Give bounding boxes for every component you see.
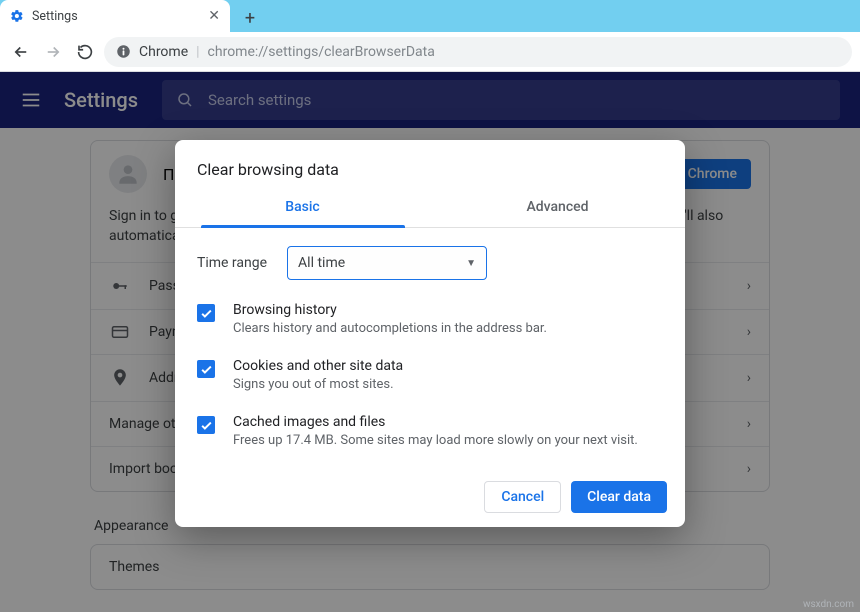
- arrow-right-icon: [44, 43, 62, 61]
- dialog-tabs: Basic Advanced: [175, 187, 685, 228]
- dialog-actions: Cancel Clear data: [175, 475, 685, 513]
- back-button[interactable]: [8, 39, 34, 65]
- cancel-button[interactable]: Cancel: [484, 481, 561, 513]
- time-range-row: Time range All time ▼: [197, 246, 663, 280]
- check-desc: Signs you out of most sites.: [233, 376, 403, 394]
- dialog-title: Clear browsing data: [175, 140, 685, 187]
- omnibox-url: chrome://settings/clearBrowserData: [208, 44, 435, 60]
- tab-basic[interactable]: Basic: [175, 187, 430, 227]
- clear-browsing-data-dialog: Clear browsing data Basic Advanced Time …: [175, 140, 685, 527]
- reload-button[interactable]: [72, 39, 98, 65]
- check-title: Browsing history: [233, 302, 547, 318]
- gear-icon: [10, 9, 24, 23]
- omnibox-prefix: Chrome: [139, 44, 188, 60]
- check-browsing-history: Browsing history Clears history and auto…: [197, 302, 663, 338]
- time-range-value: All time: [298, 255, 345, 271]
- watermark: wsxdn.com: [803, 599, 854, 610]
- arrow-left-icon: [12, 43, 30, 61]
- browser-toolbar: Chrome | chrome://settings/clearBrowserD…: [0, 32, 860, 72]
- checkbox-cached[interactable]: [197, 416, 215, 434]
- checkbox-cookies[interactable]: [197, 360, 215, 378]
- check-text: Cookies and other site data Signs you ou…: [233, 358, 403, 394]
- forward-button[interactable]: [40, 39, 66, 65]
- tab-title: Settings: [32, 9, 78, 24]
- check-desc: Clears history and autocompletions in th…: [233, 320, 547, 338]
- new-tab-button[interactable]: +: [236, 4, 264, 32]
- browser-tab[interactable]: Settings ✕: [0, 0, 230, 32]
- check-icon: [200, 363, 213, 376]
- check-text: Browsing history Clears history and auto…: [233, 302, 547, 338]
- check-icon: [200, 419, 213, 432]
- check-text: Cached images and files Frees up 17.4 MB…: [233, 414, 638, 450]
- omnibox-separator: |: [196, 44, 199, 60]
- check-cached: Cached images and files Frees up 17.4 MB…: [197, 414, 663, 450]
- site-info-icon[interactable]: [116, 44, 131, 59]
- reload-icon: [76, 43, 94, 61]
- check-title: Cached images and files: [233, 414, 638, 430]
- tab-advanced[interactable]: Advanced: [430, 187, 685, 227]
- time-range-label: Time range: [197, 255, 267, 271]
- clear-data-button[interactable]: Clear data: [571, 481, 667, 513]
- close-tab-icon[interactable]: ✕: [208, 8, 220, 24]
- checkbox-browsing-history[interactable]: [197, 304, 215, 322]
- tab-strip: Settings ✕ +: [0, 0, 860, 32]
- check-cookies: Cookies and other site data Signs you ou…: [197, 358, 663, 394]
- omnibox[interactable]: Chrome | chrome://settings/clearBrowserD…: [104, 37, 852, 67]
- check-title: Cookies and other site data: [233, 358, 403, 374]
- dialog-body: Time range All time ▼ Browsing history C…: [175, 228, 685, 475]
- time-range-select[interactable]: All time ▼: [287, 246, 487, 280]
- chevron-down-icon: ▼: [466, 258, 476, 269]
- check-desc: Frees up 17.4 MB. Some sites may load mo…: [233, 432, 638, 450]
- check-icon: [200, 307, 213, 320]
